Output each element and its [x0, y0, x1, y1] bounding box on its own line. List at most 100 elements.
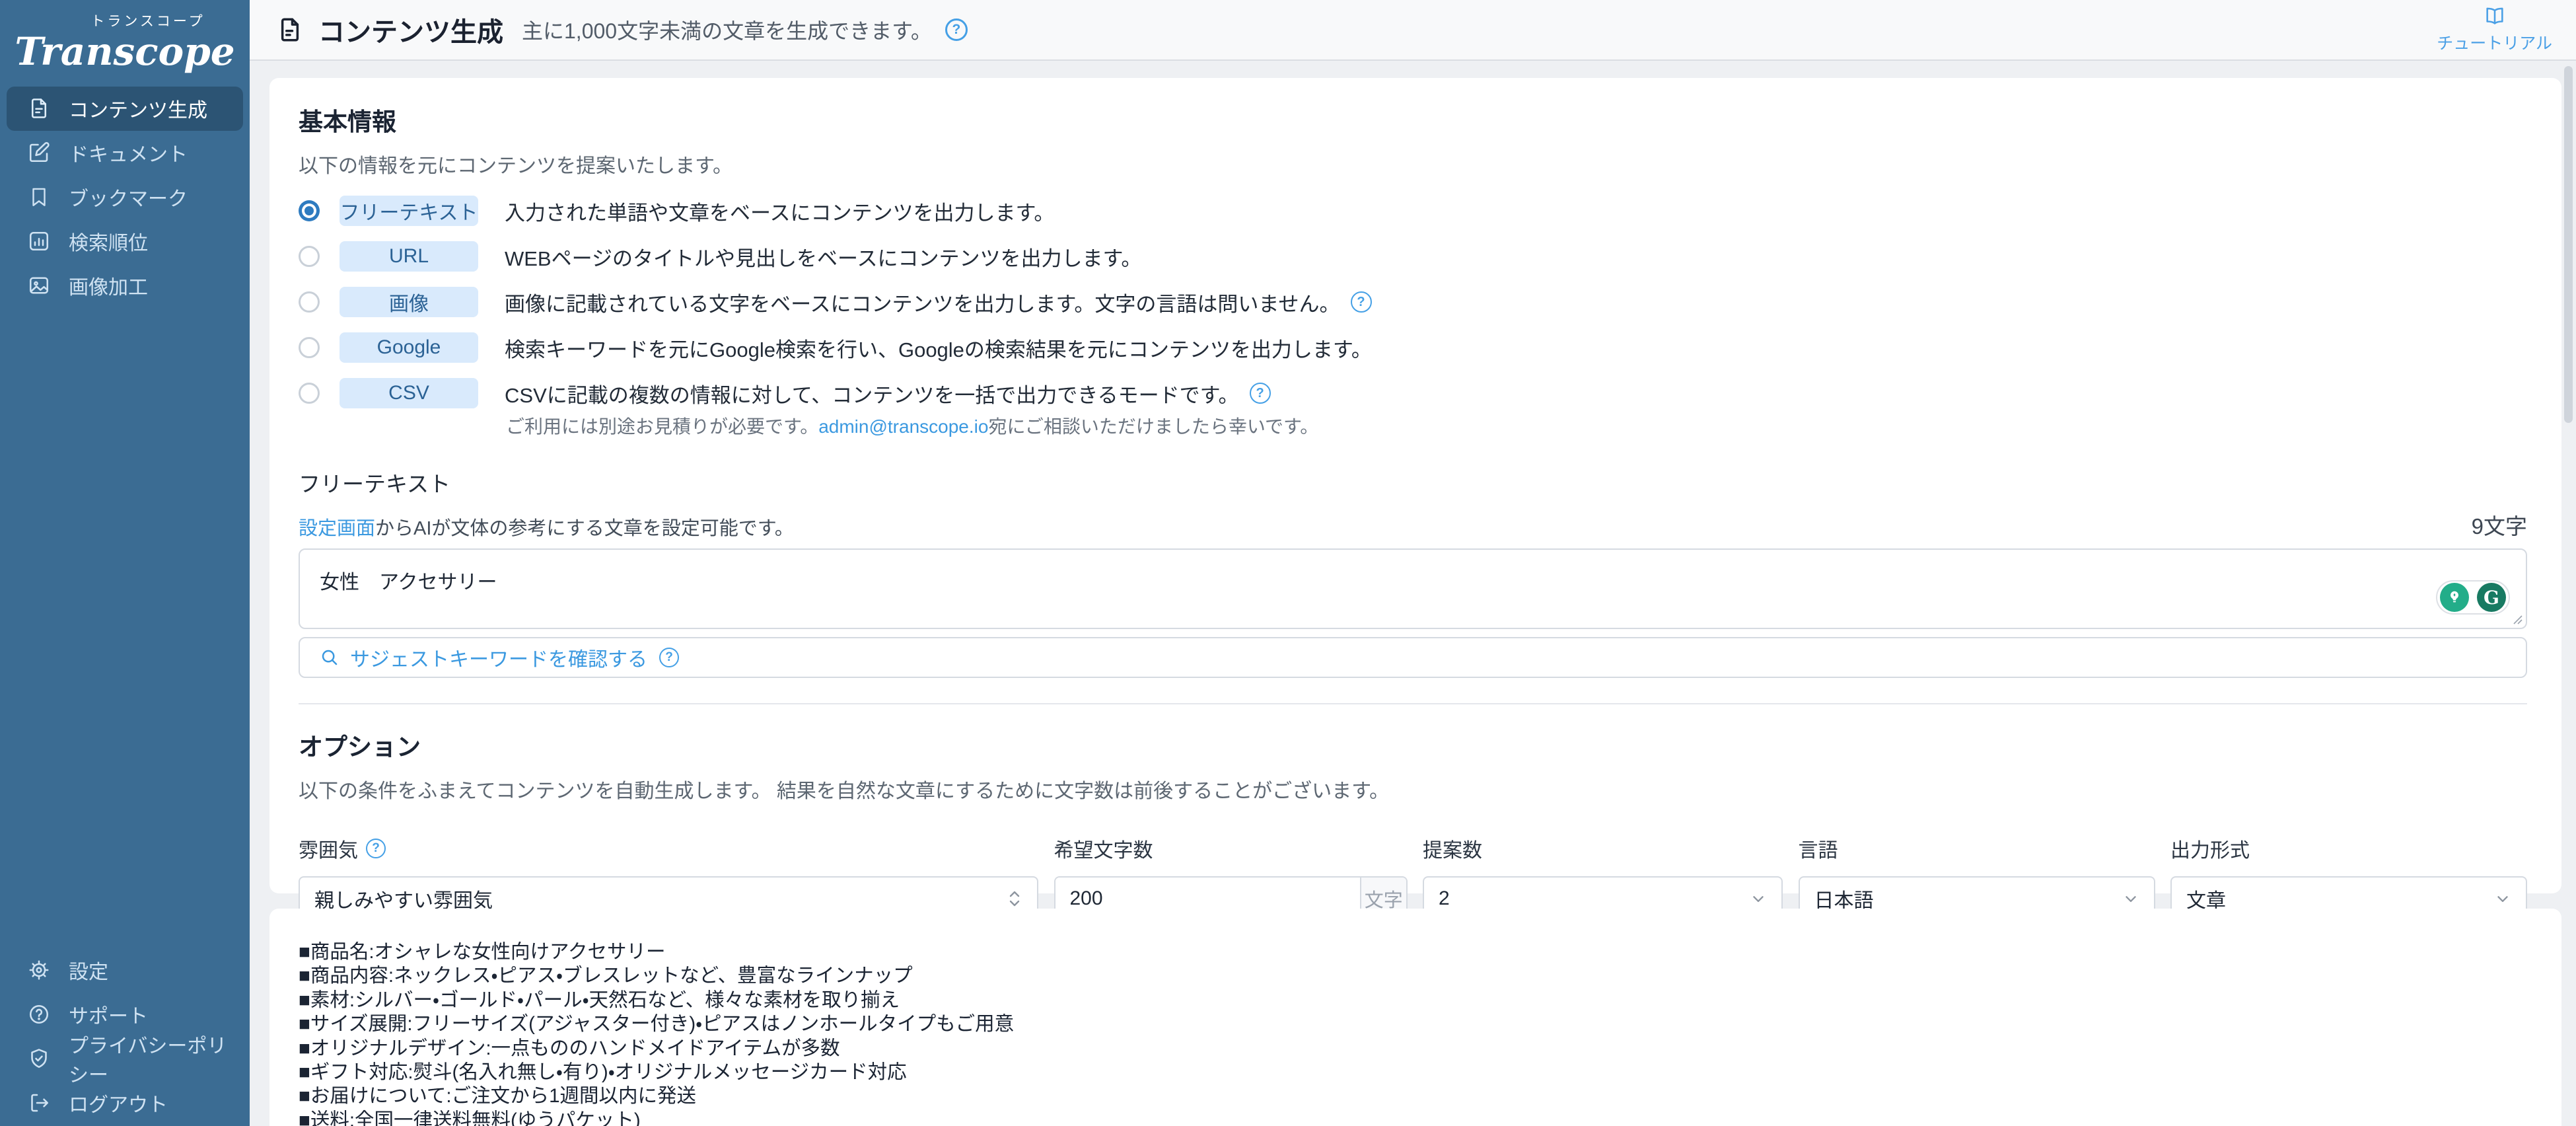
output-format-label: 出力形式: [2170, 840, 2250, 862]
radio-url[interactable]: [299, 246, 320, 267]
sidebar-item-bookmarks[interactable]: ブックマーク: [7, 175, 243, 219]
grammarly-widget[interactable]: G: [2436, 580, 2510, 615]
output-format-label-row: 出力形式: [2170, 834, 2527, 863]
tutorial-button[interactable]: チュートリアル: [2437, 5, 2552, 54]
result-line: ■お届けについて:ご注文から1週間以内に発送: [299, 1085, 697, 1107]
mode-badge-google[interactable]: Google: [340, 332, 478, 363]
logout-icon: [26, 1090, 52, 1115]
mode-desc: 画像に記載されている文字をベースにコンテンツを出力します。文字の言語は問いません…: [505, 292, 1340, 316]
mode-badge-free-text[interactable]: フリーテキスト: [340, 196, 478, 226]
sidebar-item-search-rank[interactable]: 検索順位: [7, 219, 243, 264]
image-icon: [26, 273, 52, 298]
result-line: ■商品名:オシャレな女性向けアクセサリー: [299, 941, 666, 963]
sidebar-item-documents[interactable]: ドキュメント: [7, 131, 243, 175]
suggest-keywords-button[interactable]: サジェストキーワードを確認する ?: [299, 637, 2527, 678]
generation-form-card: 基本情報 以下の情報を元にコンテンツを提案いたします。 フリーテキスト 入力され…: [269, 78, 2561, 1007]
search-icon: [322, 650, 338, 665]
csv-mode-note: ご利用には別途お見積りが必要です。admin@transcope.io宛にご相談…: [506, 412, 2527, 439]
edit-icon: [26, 140, 52, 165]
free-text-input[interactable]: 女性 アクセサリー: [299, 548, 2527, 629]
mood-help-icon[interactable]: ?: [366, 839, 386, 858]
result-line: ■オリジナルデザイン:一点もののハンドメイドアイテムが多数: [299, 1037, 840, 1059]
chevron-down-icon: [2122, 890, 2139, 907]
mode-badge-csv[interactable]: CSV: [340, 378, 478, 408]
tutorial-label: チュートリアル: [2437, 34, 2552, 53]
mode-list: フリーテキスト 入力された単語や文章をベースにコンテンツを出力します。 URL …: [299, 196, 2527, 439]
image-mode-help-icon[interactable]: ?: [1350, 291, 1372, 313]
free-text-area-wrap: 女性 アクセサリー G: [299, 548, 2527, 629]
options-subtitle: 以下の条件をふまえてコンテンツを自動生成します。 結果を自然な文章にするために文…: [299, 780, 1390, 802]
free-text-hint: 設定画面からAIが文体の参考にする文章を設定可能です。: [299, 513, 794, 541]
result-line: ■商品内容:ネックレス・ピアス・ブレスレットなど、豊富なラインナップ: [299, 965, 913, 987]
sidebar-footer-menu: 設定 サポート プライバシーポリシー ログアウト: [0, 948, 250, 1125]
mode-desc: CSVに記載の複数の情報に対して、コンテンツを一括で出力できるモードです。: [505, 383, 1239, 407]
char-target-label-row: 希望文字数: [1054, 834, 1408, 863]
proposal-count-label-row: 提案数: [1423, 834, 1783, 863]
result-card: ■商品名:オシャレな女性向けアクセサリー ■商品内容:ネックレス・ピアス・ブレス…: [269, 909, 2561, 1126]
sidebar-item-label: ドキュメント: [69, 144, 188, 167]
main-area: コンテンツ生成 主に1,000文字未満の文章を生成できます。 ? チュートリアル…: [250, 0, 2576, 1126]
csv-note-text: ご利用には別途お見積りが必要です。: [506, 416, 819, 437]
document-icon: [26, 96, 52, 121]
proposal-count-label: 提案数: [1423, 840, 1482, 862]
shield-check-icon: [26, 1046, 52, 1071]
language-label-row: 言語: [1799, 834, 2155, 863]
radio-free-text[interactable]: [299, 200, 320, 221]
mode-desc: 入力された単語や文章をベースにコンテンツを出力します。: [505, 201, 1055, 225]
free-text-title: フリーテキスト: [299, 472, 451, 496]
sidebar-item-label: ブックマーク: [69, 188, 188, 211]
sidebar: トランスコープ Transcope コンテンツ生成 ドキュメント ブックマーク: [0, 0, 250, 1126]
radio-google[interactable]: [299, 337, 320, 358]
chevron-down-icon: [2494, 890, 2511, 907]
free-text-hint-row: 設定画面からAIが文体の参考にする文章を設定可能です。 9文字: [299, 509, 2527, 541]
settings-screen-link[interactable]: 設定画面: [299, 518, 375, 539]
csv-note-email-link[interactable]: admin@transcope.io: [818, 416, 988, 437]
free-text-section: フリーテキスト 設定画面からAIが文体の参考にする文章を設定可能です。 9文字 …: [299, 467, 2527, 678]
sidebar-item-label: ログアウト: [69, 1094, 168, 1116]
grammarly-g-icon[interactable]: G: [2477, 583, 2506, 612]
basic-info-subtitle: 以下の情報を元にコンテンツを提案いたします。: [299, 155, 733, 177]
basic-info-title: 基本情報: [299, 108, 396, 135]
mode-badge-url[interactable]: URL: [340, 241, 478, 272]
brand-name: Transcope: [15, 29, 235, 74]
page-header: コンテンツ生成 主に1,000文字未満の文章を生成できます。 ? チュートリアル: [250, 0, 2576, 61]
mode-row-google: Google 検索キーワードを元にGoogle検索を行い、Googleの検索結果…: [299, 332, 2527, 363]
csv-mode-help-icon[interactable]: ?: [1249, 383, 1271, 404]
mood-label: 雰囲気: [299, 840, 358, 862]
sidebar-item-content-generation[interactable]: コンテンツ生成: [7, 86, 243, 131]
sidebar-item-label: 画像加工: [69, 277, 148, 299]
suggest-help-icon[interactable]: ?: [659, 648, 679, 667]
section-divider: [299, 703, 2527, 704]
document-icon: [281, 18, 299, 42]
page-subtitle: 主に1,000文字未満の文章を生成できます。: [522, 19, 932, 43]
content-area: 基本情報 以下の情報を元にコンテンツを提案いたします。 フリーテキスト 入力され…: [250, 61, 2576, 1126]
radio-csv[interactable]: [299, 383, 320, 404]
scrollbar-thumb[interactable]: [2564, 66, 2573, 423]
page-title: コンテンツ生成: [318, 18, 503, 47]
sidebar-menu: コンテンツ生成 ドキュメント ブックマーク 検索順位 画像加工: [0, 86, 250, 308]
page-help-icon[interactable]: ?: [945, 19, 968, 41]
mode-badge-image[interactable]: 画像: [340, 287, 478, 317]
mode-row-free-text: フリーテキスト 入力された単語や文章をベースにコンテンツを出力します。: [299, 196, 2527, 226]
mode-row-csv: CSV CSVに記載の複数の情報に対して、コンテンツを一括で出力できるモードです…: [299, 378, 2527, 408]
brand-kana: トランスコープ: [90, 14, 205, 29]
sidebar-item-settings[interactable]: 設定: [7, 948, 243, 992]
open-book-icon: [2486, 7, 2503, 24]
suggestion-bulb-icon[interactable]: [2440, 583, 2469, 612]
radio-image[interactable]: [299, 291, 320, 313]
mode-desc: WEBページのタイトルや見出しをベースにコンテンツを出力します。: [505, 246, 1142, 270]
sidebar-item-label: コンテンツ生成: [69, 100, 207, 122]
sidebar-item-privacy-policy[interactable]: プライバシーポリシー: [7, 1035, 243, 1086]
chevron-down-icon: [1750, 890, 1767, 907]
mood-label-row: 雰囲気 ?: [299, 834, 1038, 863]
result-line: ■素材:シルバー・ゴールド・パール・天然石など、様々な素材を取り揃え: [299, 989, 900, 1011]
mode-row-image: 画像 画像に記載されている文字をベースにコンテンツを出力します。文字の言語は問い…: [299, 287, 2527, 317]
result-line: ■ギフト対応:熨斗(名入れ無し・有り)・オリジナルメッセージカード対応: [299, 1061, 907, 1084]
char-count: 9文字: [2471, 514, 2527, 539]
result-line: ■サイズ展開:フリーサイズ(アジャスター付き)・ピアスはノンホールタイプもご用意: [299, 1013, 1015, 1035]
resize-handle[interactable]: [2511, 613, 2523, 625]
sidebar-item-image-edit[interactable]: 画像加工: [7, 264, 243, 308]
mode-row-url: URL WEBページのタイトルや見出しをベースにコンテンツを出力します。: [299, 241, 2527, 272]
gear-icon: [26, 957, 52, 983]
brand-logo[interactable]: トランスコープ Transcope: [0, 0, 250, 72]
